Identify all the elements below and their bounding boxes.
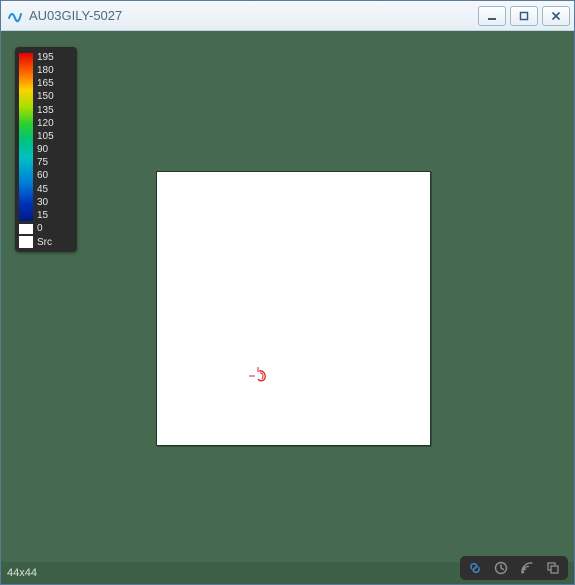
legend-scale: 195 180 165 150 135 120 105 90 75 60 45 …	[19, 53, 73, 221]
window-title: AU03GILY-5027	[29, 8, 478, 23]
app-icon	[7, 8, 23, 24]
clock-icon[interactable]	[492, 559, 510, 577]
legend-value: 60	[37, 171, 73, 181]
legend-value: 30	[37, 198, 73, 208]
legend-value: 90	[37, 145, 73, 155]
satellite-icon[interactable]	[518, 559, 536, 577]
legend-zero-label: 0	[37, 223, 43, 234]
legend-src-label: Src	[37, 237, 52, 248]
legend-value: 105	[37, 132, 73, 142]
maximize-button[interactable]	[510, 6, 538, 26]
status-dimensions: 44x44	[7, 567, 37, 579]
legend-value: 45	[37, 185, 73, 195]
legend-zero-row: 0	[19, 223, 73, 234]
tool-tray	[460, 556, 568, 580]
data-marker	[249, 367, 273, 385]
titlebar: AU03GILY-5027	[1, 1, 574, 31]
legend-src-row: Src	[19, 236, 73, 248]
legend-src-swatch	[19, 236, 33, 248]
minimize-button[interactable]	[478, 6, 506, 26]
legend-value: 150	[37, 92, 73, 102]
app-window: AU03GILY-5027 195 180 165 150 135	[0, 0, 575, 585]
legend-value: 15	[37, 211, 73, 221]
color-scale-legend: 195 180 165 150 135 120 105 90 75 60 45 …	[15, 47, 77, 252]
legend-value: 165	[37, 79, 73, 89]
window-controls	[478, 6, 570, 26]
legend-value: 75	[37, 158, 73, 168]
legend-gradient-bar	[19, 53, 33, 221]
content-area: 195 180 165 150 135 120 105 90 75 60 45 …	[1, 31, 574, 584]
close-button[interactable]	[542, 6, 570, 26]
copy-icon[interactable]	[544, 559, 562, 577]
legend-value: 135	[37, 106, 73, 116]
legend-value: 180	[37, 66, 73, 76]
legend-value: 195	[37, 53, 73, 63]
link-icon[interactable]	[466, 559, 484, 577]
image-canvas[interactable]	[156, 171, 431, 446]
legend-value: 120	[37, 119, 73, 129]
legend-labels: 195 180 165 150 135 120 105 90 75 60 45 …	[37, 53, 73, 221]
legend-zero-swatch	[19, 224, 33, 234]
